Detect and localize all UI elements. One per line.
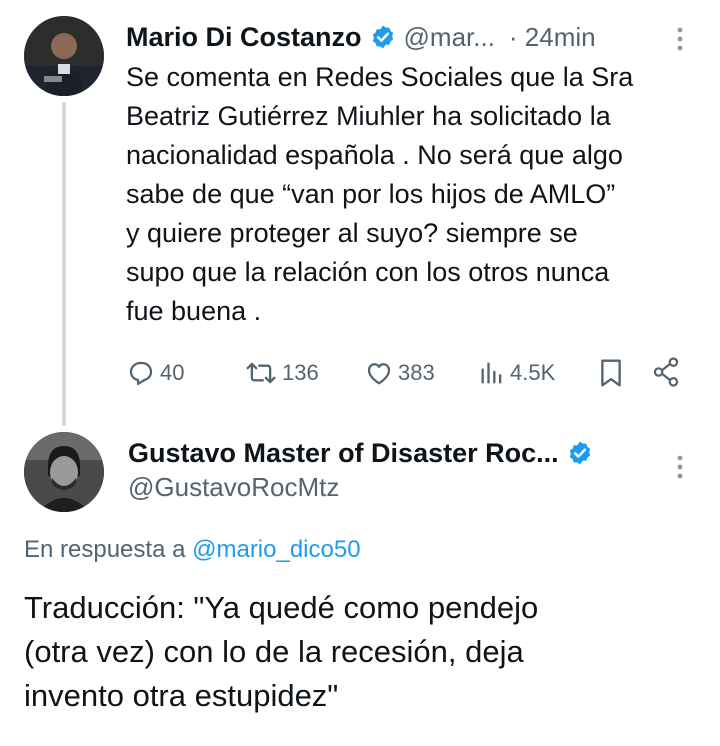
retweet-count: 136 [282,360,319,385]
tweet-reply[interactable]: Gustavo Master of Disaster Roc... @Gusta… [0,420,720,746]
retweet-button[interactable]: 136 [244,356,319,390]
views-icon [481,362,502,384]
avatar-photo-icon [24,16,104,96]
tweet-line: invento otra estupidez" [24,678,339,713]
tweet-header: Gustavo Master of Disaster Roc... [128,436,593,470]
verified-badge-icon [567,440,593,466]
like-icon [367,363,391,385]
tweet-line: y quiere proteger al suyo? siempre se [126,218,578,248]
tweet-line: sabe de que “van por los hijos de AMLO” [126,179,616,209]
tweet-original[interactable]: Mario Di Costanzo @mar... · 24min Se com… [0,0,720,410]
tweet-line: (otra vez) con lo de la recesión, deja [24,634,524,669]
tweet-line: Se comenta en Redes Sociales que la Sra [126,62,634,92]
reply-button[interactable]: 40 [126,356,184,390]
views-button[interactable]: 4.5K [478,356,555,390]
tweet-timestamp[interactable]: · 24min [509,22,596,53]
author-handle[interactable]: @GustavoRocMtz [128,472,339,503]
tweet-body: Se comenta en Redes Sociales que la Sra … [126,58,706,331]
share-icon[interactable] [651,356,681,388]
more-options-icon[interactable] [670,24,690,54]
replying-to: En respuesta a @mario_dico50 [24,536,361,564]
tweet-line: fue buena . [126,296,262,326]
avatar-photo-icon [24,432,104,512]
bookmark-icon[interactable] [596,357,626,389]
like-button[interactable]: 383 [364,356,435,390]
tweet-line: Traducción: "Ya quedé como pendejo [24,590,539,625]
author-avatar[interactable] [24,16,104,96]
reply-count: 40 [160,360,185,385]
retweet-icon [246,362,276,384]
views-count: 4.5K [510,360,556,385]
replying-to-label: En respuesta a [24,536,186,563]
author-name[interactable]: Mario Di Costanzo [126,22,362,53]
author-avatar[interactable] [24,432,104,512]
tweet-header: Mario Di Costanzo @mar... · 24min [126,20,596,54]
tweet-line: supo que la relación con los otros nunca [126,257,610,287]
tweet-line: Beatriz Gutiérrez Miuhler ha solicitado … [126,101,611,131]
replying-to-mention-link[interactable]: @mario_dico50 [192,536,360,563]
author-handle[interactable]: @mar... [404,22,495,53]
tweet-line: nacionalidad española . No será que algo [126,140,623,170]
verified-badge-icon [370,24,396,50]
reply-icon [129,361,153,385]
like-count: 383 [398,360,435,385]
author-name[interactable]: Gustavo Master of Disaster Roc... [128,438,559,469]
tweet-body: Traducción: "Ya quedé como pendejo (otra… [24,586,704,718]
more-options-icon[interactable] [670,452,690,482]
